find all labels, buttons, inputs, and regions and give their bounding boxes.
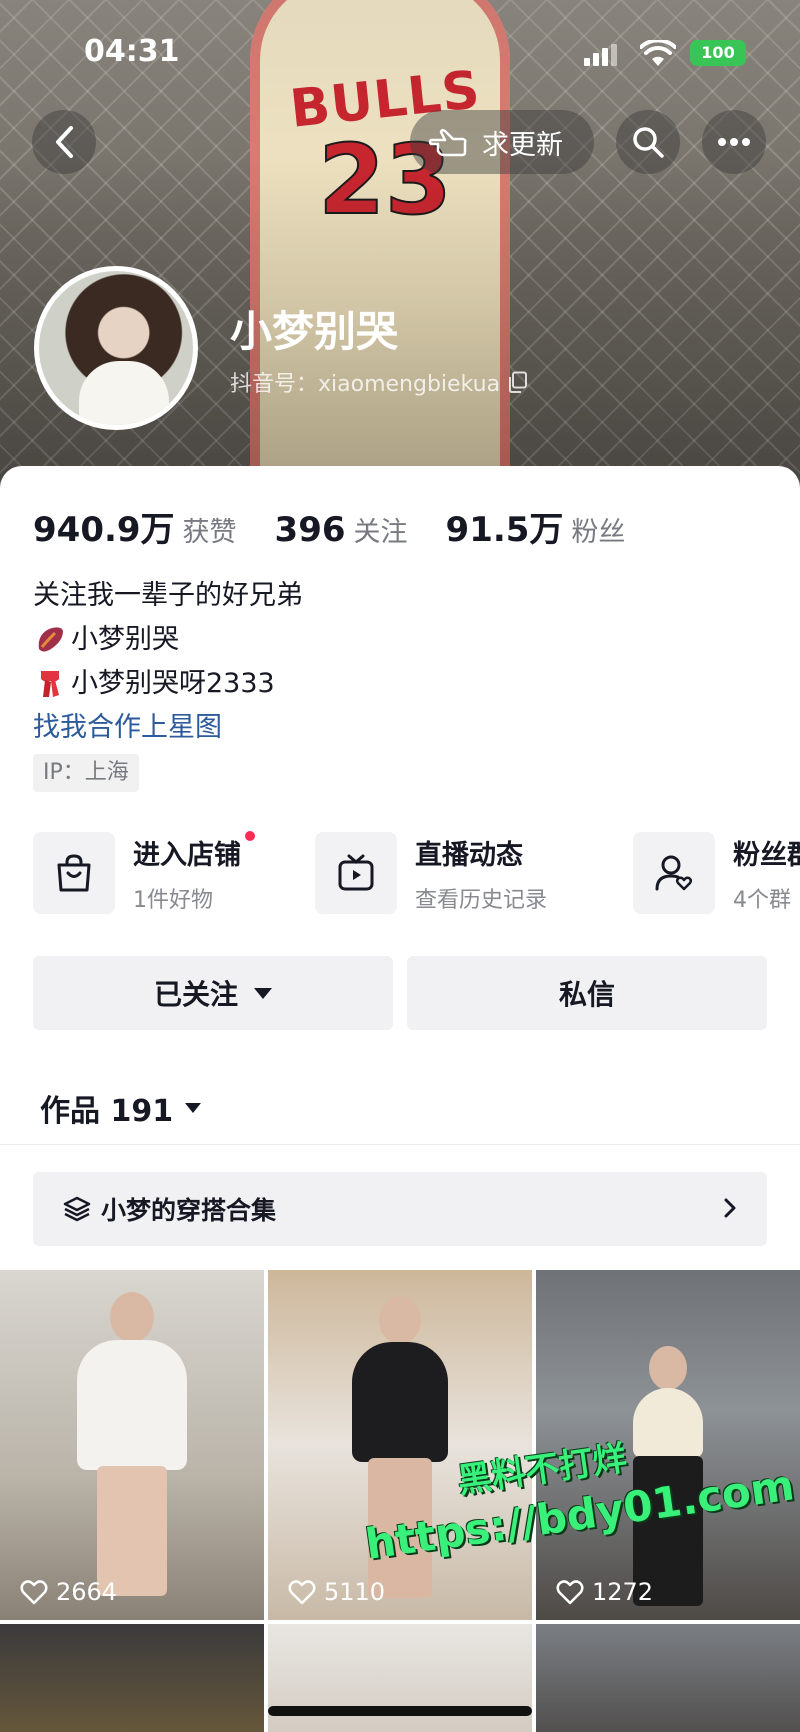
stat-likes[interactable]: 940.9万 获赞 (33, 502, 237, 551)
entry-subtitle: 4个群 (733, 887, 791, 913)
video-tile[interactable] (0, 1624, 264, 1732)
more-options-button[interactable] (702, 110, 766, 174)
pointing-hand-icon (428, 128, 467, 157)
video-tile[interactable]: 2664 (0, 1270, 264, 1620)
tv-icon (338, 854, 374, 891)
followed-label: 已关注 (153, 978, 238, 1011)
douyin-id-text: 抖音号：xiaomengbiekua (230, 372, 501, 397)
wifi-icon (640, 40, 676, 66)
status-bar: 04:31 100 (0, 0, 800, 100)
profile-bio: 关注我一辈子的好兄弟 小梦别哭 小梦别哭呀2333 找我合作上星图 (33, 574, 303, 750)
action-row: 已关注 私信 (33, 956, 767, 1030)
entry-title: 粉丝群 (733, 839, 800, 871)
tab-works[interactable]: 作品 191 (40, 1086, 202, 1130)
request-update-label: 求更新 (482, 129, 563, 161)
more-dots-icon (718, 138, 750, 146)
scarf-icon (41, 671, 59, 697)
bio-line-text: 小梦别哭呀2333 (71, 668, 275, 699)
collection-label: 小梦的穿搭合集 (101, 1196, 277, 1225)
profile-stats: 940.9万 获赞 396 关注 91.5万 粉丝 (33, 502, 663, 551)
entry-subtitle: 查看历史记录 (415, 887, 548, 913)
heart-outline-icon (556, 1580, 584, 1605)
search-button[interactable] (616, 110, 680, 174)
notification-dot (245, 830, 255, 841)
entry-subtitle: 1件好物 (133, 887, 213, 913)
like-count: 1272 (556, 1578, 653, 1606)
sweet-potato-icon (38, 627, 63, 652)
battery-indicator: 100 (690, 40, 746, 66)
followed-button[interactable]: 已关注 (33, 956, 393, 1030)
cellular-signal-icon (584, 44, 618, 66)
message-button[interactable]: 私信 (407, 956, 767, 1030)
user-heart-icon (655, 855, 693, 891)
video-tile[interactable] (536, 1624, 800, 1732)
entry-live[interactable]: 直播动态 查看历史记录 (315, 830, 547, 916)
douyin-id[interactable]: 抖音号：xiaomengbiekua (230, 366, 528, 398)
stat-label: 粉丝 (571, 517, 626, 548)
bio-line: 小梦别哭 (33, 618, 303, 662)
status-time: 04:31 (84, 34, 180, 69)
bio-line-text: 小梦别哭 (71, 624, 179, 655)
caret-down-icon (185, 1103, 202, 1113)
like-count: 5110 (288, 1578, 385, 1606)
star-map-link[interactable]: 找我合作上星图 (33, 706, 303, 750)
divider (0, 1144, 800, 1145)
entry-shop[interactable]: 进入店铺 1件好物 (33, 830, 255, 916)
bio-line: 关注我一辈子的好兄弟 (33, 580, 303, 611)
heart-outline-icon (288, 1580, 316, 1605)
copy-icon[interactable] (508, 371, 528, 393)
stat-label: 关注 (353, 517, 408, 548)
ip-location-tag: IP：上海 (33, 754, 139, 792)
stat-value: 396 (274, 510, 346, 550)
stat-label: 获赞 (182, 517, 237, 548)
video-tile[interactable]: 5110 (268, 1270, 532, 1620)
like-count: 2664 (20, 1578, 117, 1606)
shopping-bag-icon (57, 854, 91, 892)
request-update-button[interactable]: 求更新 (410, 110, 594, 174)
stat-following[interactable]: 396 关注 (275, 510, 408, 550)
layers-icon (63, 1196, 91, 1222)
chevron-left-icon (56, 126, 73, 158)
avatar[interactable] (34, 266, 198, 430)
profile-name: 小梦别哭 (230, 307, 399, 356)
profile-entries: 进入店铺 1件好物 直播动态 查看历史记录 粉丝 4个群 (33, 830, 800, 916)
entry-fan-group[interactable]: 粉丝群 4个群 (633, 830, 800, 916)
stat-value: 91.5万 (445, 510, 564, 550)
entry-title: 进入店铺 (133, 830, 255, 872)
heart-outline-icon (20, 1580, 48, 1605)
stat-value: 940.9万 (33, 510, 175, 550)
works-tab-label: 作品 191 (40, 1094, 174, 1129)
message-label: 私信 (558, 978, 615, 1011)
chevron-right-icon (724, 1198, 736, 1218)
search-icon (633, 127, 664, 158)
collection-banner[interactable]: 小梦的穿搭合集 (33, 1172, 767, 1246)
back-button[interactable] (32, 110, 96, 174)
entry-title: 直播动态 (415, 839, 523, 871)
bio-line: 小梦别哭呀2333 (33, 662, 303, 706)
stat-followers[interactable]: 91.5万 粉丝 (446, 502, 626, 551)
caret-down-icon (254, 987, 272, 999)
home-indicator (268, 1706, 532, 1716)
